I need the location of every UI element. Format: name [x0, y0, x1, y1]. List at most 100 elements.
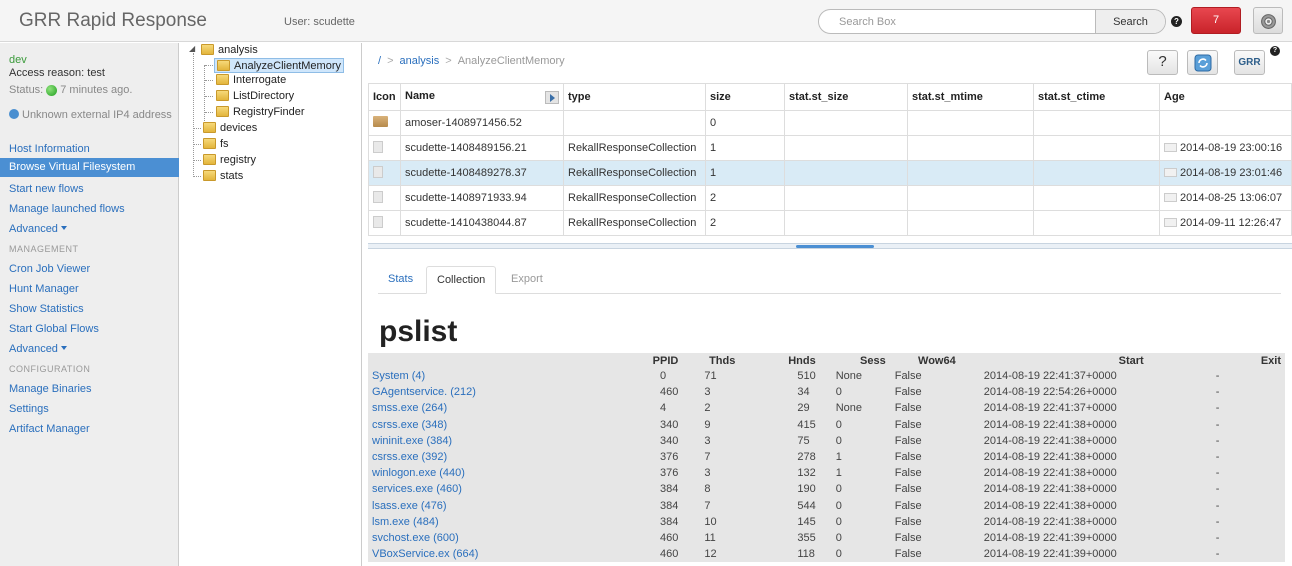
status-time: 7 minutes ago.: [60, 84, 133, 96]
tree-node-fs[interactable]: fs: [203, 137, 229, 152]
cell-process[interactable]: csrss.exe (348): [368, 417, 598, 433]
collapse-icon[interactable]: ◢: [189, 44, 195, 53]
sidebar-item-start-new-flows[interactable]: Start new flows: [9, 183, 84, 195]
tab-export[interactable]: Export: [501, 266, 553, 294]
client-name[interactable]: dev: [9, 54, 27, 66]
table-row[interactable]: lsass.exe (476) 384 7 544 0 False 2014-08-19 2…: [368, 498, 1285, 514]
cell-start: 2014-08-19 22:41:38+0000: [983, 483, 1117, 496]
cell-process[interactable]: svchost.exe (600): [368, 530, 598, 546]
table-row[interactable]: smss.exe (264) 4 2 29 None False 2014-08-19 22…: [368, 400, 1285, 416]
cell-process[interactable]: lsm.exe (484): [368, 514, 598, 530]
tree-node-stats[interactable]: stats: [203, 169, 243, 184]
sidebar-item-host-information[interactable]: Host Information: [9, 143, 90, 155]
row-st-mtime: [907, 160, 1034, 186]
sidebar-item-hunt-manager[interactable]: Hunt Manager: [9, 283, 79, 295]
notifications-button[interactable]: 7: [1191, 7, 1241, 34]
tree-guide: [193, 176, 201, 177]
table-row[interactable]: winlogon.exe (440) 376 3 132 1 False 2014-08-1…: [368, 465, 1285, 481]
tree-guide: [193, 160, 201, 161]
breadcrumb-analysis[interactable]: analysis: [400, 55, 440, 67]
age-value: 2014-08-19 23:00:16: [1180, 142, 1283, 154]
cell-sess: 0: [835, 434, 842, 447]
sidebar-item-advanced[interactable]: Advanced: [9, 223, 67, 235]
table-row[interactable]: scudette-1408489156.21 RekallResponseCol…: [368, 135, 1292, 161]
col-type[interactable]: type: [563, 83, 706, 111]
col-st-mtime[interactable]: stat.st_mtime: [907, 83, 1034, 111]
col-ppid: PPID: [652, 354, 679, 367]
table-row[interactable]: csrss.exe (392) 376 7 278 1 False 2014-08-19 2…: [368, 449, 1285, 465]
table-row[interactable]: svchost.exe (600) 460 11 355 0 False 2014-08-1…: [368, 530, 1285, 546]
col-st-size[interactable]: stat.st_size: [784, 83, 908, 111]
sidebar-item-browse-vfs[interactable]: Browse Virtual Filesystem: [0, 158, 179, 177]
toolbar-help-icon[interactable]: ?: [1270, 46, 1280, 56]
cell-process[interactable]: System (4): [368, 368, 598, 384]
sidebar-item-label: Advanced: [9, 223, 58, 235]
cell-process[interactable]: wininit.exe (384): [368, 433, 598, 449]
sort-arrow-icon[interactable]: [545, 91, 559, 104]
cell-wow64: False: [894, 515, 922, 528]
sidebar-item-manage-launched-flows[interactable]: Manage launched flows: [9, 203, 125, 215]
row-st-size: [784, 160, 908, 186]
sidebar-item-cron-job-viewer[interactable]: Cron Job Viewer: [9, 263, 90, 275]
cell-ppid: 460: [660, 386, 679, 399]
table-row-selected[interactable]: scudette-1408489278.37 RekallResponseCol…: [368, 160, 1292, 186]
cell-thds: 9: [704, 418, 711, 431]
table-row[interactable]: VBoxService.ex (664) 460 12 118 0 False 2014-0…: [368, 546, 1285, 562]
table-row[interactable]: scudette-1408971933.94 RekallResponseCol…: [368, 185, 1292, 211]
table-row[interactable]: GAgentservice. (212) 460 3 34 0 False 2014-08-…: [368, 384, 1285, 400]
sidebar-item-start-global-flows[interactable]: Start Global Flows: [9, 323, 99, 335]
tree-node-devices[interactable]: devices: [203, 121, 257, 136]
top-header: GRR Rapid Response User: scudette Search…: [0, 0, 1292, 42]
col-size[interactable]: size: [705, 83, 785, 111]
sidebar-item-artifact-manager[interactable]: Artifact Manager: [9, 423, 90, 435]
sidebar-item-advanced-management[interactable]: Advanced: [9, 343, 67, 355]
tree-node-listdirectory[interactable]: ListDirectory: [216, 89, 294, 104]
table-row[interactable]: System (4) 0 71 510 None False 2014-08-19 22:4…: [368, 368, 1285, 384]
client-status: Status: 7 minutes ago.: [9, 84, 132, 96]
sidebar-item-settings[interactable]: Settings: [9, 403, 49, 415]
cell-process[interactable]: smss.exe (264): [368, 400, 598, 416]
col-icon[interactable]: Icon: [368, 83, 401, 111]
row-icon: [368, 135, 401, 161]
col-st-ctime[interactable]: stat.st_ctime: [1033, 83, 1160, 111]
table-row[interactable]: services.exe (460) 384 8 190 0 False 2014-08-1…: [368, 481, 1285, 497]
tree-node-registry[interactable]: registry: [203, 153, 256, 168]
grr-button[interactable]: GRR: [1234, 50, 1265, 75]
table-row[interactable]: csrss.exe (348) 340 9 415 0 False 2014-08-19 2…: [368, 417, 1285, 433]
table-row[interactable]: amoser-1408971456.52 0: [368, 110, 1292, 136]
row-st-ctime: [1033, 160, 1160, 186]
cell-exit: -: [1215, 515, 1220, 528]
cell-process[interactable]: GAgentservice. (212): [368, 384, 598, 400]
cell-process[interactable]: winlogon.exe (440): [368, 465, 598, 481]
settings-button[interactable]: [1253, 7, 1283, 34]
sidebar-item-show-statistics[interactable]: Show Statistics: [9, 303, 84, 315]
panel-splitter[interactable]: [368, 243, 1292, 249]
refresh-button[interactable]: [1187, 50, 1218, 75]
table-row[interactable]: wininit.exe (384) 340 3 75 0 False 2014-08-19 …: [368, 433, 1285, 449]
tree-node-analysis[interactable]: analysis: [201, 43, 258, 58]
cell-process[interactable]: lsass.exe (476): [368, 498, 598, 514]
row-age: 2014-08-19 23:00:16: [1159, 135, 1292, 161]
breadcrumb-root[interactable]: /: [378, 55, 381, 67]
row-st-ctime: [1033, 135, 1160, 161]
col-age[interactable]: Age: [1159, 83, 1292, 111]
tab-collection[interactable]: Collection: [426, 266, 497, 294]
tab-stats[interactable]: Stats: [378, 266, 423, 294]
search-help-icon[interactable]: ?: [1171, 16, 1182, 27]
sidebar-item-manage-binaries[interactable]: Manage Binaries: [9, 383, 92, 395]
cell-process[interactable]: services.exe (460): [368, 481, 598, 497]
cell-process[interactable]: csrss.exe (392): [368, 449, 598, 465]
help-button[interactable]: ?: [1147, 50, 1178, 75]
cell-process[interactable]: VBoxService.ex (664): [368, 546, 598, 562]
tree-node-analyzeclientmemory[interactable]: AnalyzeClientMemory: [214, 58, 344, 73]
col-name[interactable]: Name: [400, 83, 564, 111]
age-value: 2014-08-25 13:06:07: [1180, 192, 1283, 204]
search-input[interactable]: [819, 10, 1094, 33]
table-row[interactable]: lsm.exe (484) 384 10 145 0 False 2014-08-19 22…: [368, 514, 1285, 530]
table-row[interactable]: scudette-1410438044.87 RekallResponseCol…: [368, 210, 1292, 236]
splitter-handle[interactable]: [796, 245, 874, 248]
search-button[interactable]: Search: [1095, 10, 1165, 33]
tree-node-interrogate[interactable]: Interrogate: [216, 73, 286, 88]
app-title[interactable]: GRR Rapid Response: [19, 10, 207, 32]
tree-node-registryfinder[interactable]: RegistryFinder: [216, 105, 305, 120]
